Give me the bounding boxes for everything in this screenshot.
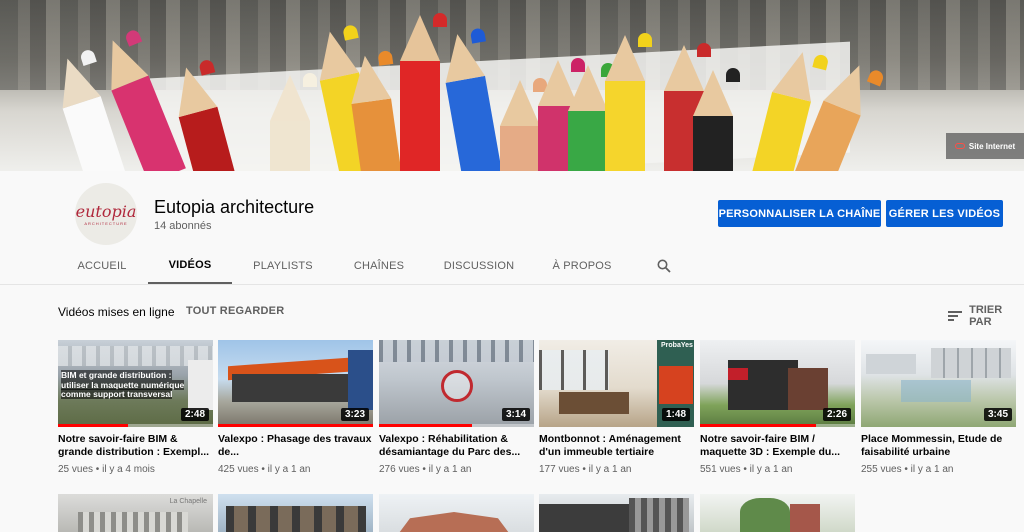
video-title[interactable]: Notre savoir-faire BIM / maquette 3D : E… bbox=[700, 433, 855, 459]
video-meta: 25 vues • il y a 4 mois bbox=[58, 464, 155, 475]
video-thumbnail[interactable] bbox=[539, 494, 694, 532]
site-internet-link[interactable]: Site Internet bbox=[946, 133, 1024, 159]
video-duration: 3:14 bbox=[501, 408, 530, 421]
avatar-logo: eutopia bbox=[75, 202, 137, 221]
video-title[interactable]: Valexpo : Phasage des travaux de... bbox=[218, 433, 373, 459]
section-title: Vidéos mises en ligne bbox=[58, 305, 175, 319]
video-title[interactable]: Notre savoir-faire BIM & grande distribu… bbox=[58, 433, 213, 459]
video-title[interactable]: Place Mommessin, Etude de faisabilité ur… bbox=[861, 433, 1016, 459]
video-thumbnail[interactable]: La Chapelle bbox=[58, 494, 213, 532]
tab-videos[interactable]: VIDÉOS bbox=[148, 248, 232, 284]
video-thumbnail[interactable] bbox=[700, 494, 855, 532]
tab-a-propos[interactable]: À PROPOS bbox=[548, 248, 616, 284]
customize-channel-button[interactable]: PERSONNALISER LA CHAÎNE bbox=[718, 200, 881, 227]
pencil-peach bbox=[500, 78, 547, 171]
video-duration: 1:48 bbox=[661, 408, 690, 421]
tab-playlists[interactable]: PLAYLISTS bbox=[248, 248, 318, 284]
tab-chaines[interactable]: CHAÎNES bbox=[344, 248, 414, 284]
see-all-button[interactable]: TOUT REGARDER bbox=[186, 305, 284, 317]
thumbnail-caption: BIM et grande distribution : utiliser la… bbox=[61, 370, 185, 399]
video-thumbnail[interactable]: 3:14 bbox=[379, 340, 534, 427]
sort-button[interactable]: TRIER PAR bbox=[948, 304, 1024, 328]
channel-name: Eutopia architecture bbox=[154, 197, 315, 217]
sort-label: TRIER PAR bbox=[969, 304, 1003, 328]
channel-header: eutopia ARCHITECTURE Eutopia architectur… bbox=[0, 171, 1024, 284]
video-thumbnail[interactable]: ProbaYes 1:48 bbox=[539, 340, 694, 427]
manage-videos-button[interactable]: GÉRER LES VIDÉOS bbox=[886, 200, 1003, 227]
video-card[interactable]: 3:14 Valexpo : Réhabilitation & désamian… bbox=[379, 340, 534, 475]
watch-progress bbox=[379, 424, 472, 427]
site-internet-label: Site Internet bbox=[968, 141, 1016, 151]
pencil-yellow-2 bbox=[605, 33, 652, 171]
video-meta: 255 vues • il y a 1 an bbox=[861, 464, 954, 475]
watch-progress bbox=[58, 424, 128, 427]
video-duration: 2:26 bbox=[822, 408, 851, 421]
video-card[interactable]: 2:26 Notre savoir-faire BIM / maquette 3… bbox=[700, 340, 855, 475]
video-meta: 425 vues • il y a 1 an bbox=[218, 464, 311, 475]
video-thumbnail[interactable] bbox=[218, 494, 373, 532]
video-meta: 551 vues • il y a 1 an bbox=[700, 464, 793, 475]
video-duration: 2:48 bbox=[180, 408, 209, 421]
video-card[interactable]: BIM et grande distribution : utiliser la… bbox=[58, 340, 213, 475]
video-thumbnail[interactable] bbox=[379, 494, 534, 532]
channel-banner: Site Internet bbox=[0, 0, 1024, 171]
pencil-red-2 bbox=[400, 13, 447, 171]
channel-avatar[interactable]: eutopia ARCHITECTURE bbox=[75, 183, 137, 245]
avatar-logo-sub: ARCHITECTURE bbox=[84, 221, 128, 226]
video-card[interactable]: ProbaYes 1:48 Montbonnot : Aménagement d… bbox=[539, 340, 694, 475]
video-title[interactable]: Montbonnot : Aménagement d'un immeuble t… bbox=[539, 433, 694, 459]
subscriber-count: 14 abonnés bbox=[154, 220, 212, 232]
video-thumbnail[interactable]: 3:45 bbox=[861, 340, 1016, 427]
search-icon[interactable] bbox=[657, 259, 671, 273]
tab-discussion[interactable]: DISCUSSION bbox=[440, 248, 518, 284]
pencil-green bbox=[568, 63, 615, 171]
thumbnail-caption: ProbaYes bbox=[661, 342, 693, 349]
videos-section: Vidéos mises en ligne TOUT REGARDER TRIE… bbox=[0, 284, 1024, 532]
video-meta: 276 vues • il y a 1 an bbox=[379, 464, 472, 475]
video-thumbnail[interactable]: 2:26 bbox=[700, 340, 855, 427]
video-card[interactable]: 3:45 Place Mommessin, Etude de faisabili… bbox=[861, 340, 1016, 475]
watch-progress bbox=[700, 424, 817, 427]
video-title[interactable]: Valexpo : Réhabilitation & désamiantage … bbox=[379, 433, 534, 459]
video-thumbnail[interactable]: 3:23 bbox=[218, 340, 373, 427]
video-duration: 3:45 bbox=[983, 408, 1012, 421]
link-icon bbox=[954, 143, 965, 149]
sort-icon bbox=[948, 311, 962, 321]
video-duration: 3:23 bbox=[340, 408, 369, 421]
channel-tabs: ACCUEIL VIDÉOS PLAYLISTS CHAÎNES DISCUSS… bbox=[0, 248, 1024, 284]
tab-accueil[interactable]: ACCUEIL bbox=[70, 248, 134, 284]
pencil-black bbox=[693, 68, 740, 171]
video-card[interactable]: 3:23 Valexpo : Phasage des travaux de...… bbox=[218, 340, 373, 475]
video-thumbnail[interactable]: BIM et grande distribution : utiliser la… bbox=[58, 340, 213, 427]
video-meta: 177 vues • il y a 1 an bbox=[539, 464, 632, 475]
watch-progress bbox=[218, 424, 373, 427]
thumbnail-caption: La Chapelle bbox=[169, 498, 207, 505]
pencil-cream bbox=[270, 73, 317, 171]
